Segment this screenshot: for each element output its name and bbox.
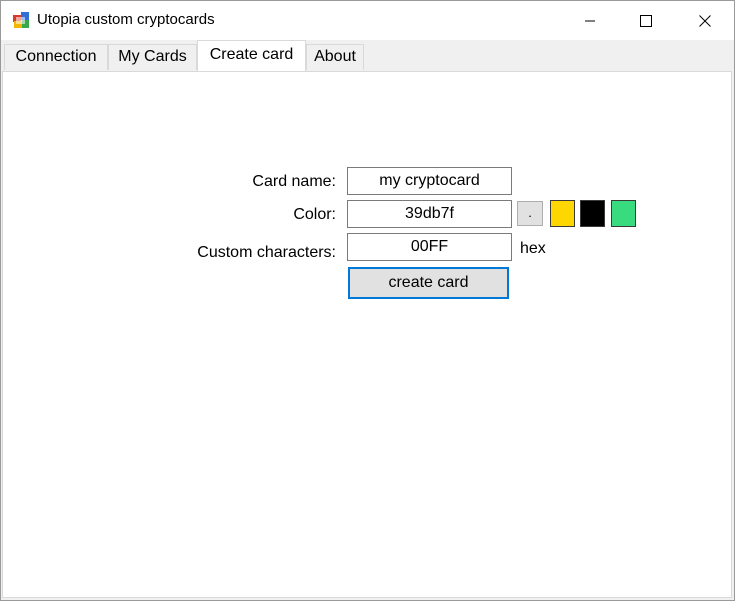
close-button[interactable] <box>682 1 728 40</box>
green-color-swatch[interactable] <box>611 200 636 227</box>
create-card-panel <box>2 71 732 598</box>
minimize-icon <box>585 20 595 21</box>
maximize-button[interactable] <box>623 1 669 40</box>
create-card-button[interactable]: create card <box>348 267 509 299</box>
close-icon <box>699 14 711 27</box>
color-label: Color: <box>293 206 336 223</box>
tab-connection[interactable]: Connection <box>4 44 108 70</box>
color-picker-button[interactable]: . <box>517 201 543 226</box>
tab-my-cards[interactable]: My Cards <box>108 44 197 70</box>
custom-characters-label: Custom characters: <box>197 244 336 261</box>
app-icon <box>13 12 29 28</box>
title-bar[interactable]: Utopia custom cryptocards <box>1 1 734 40</box>
color-input[interactable]: 39db7f <box>347 200 512 228</box>
card-name-label: Card name: <box>252 173 336 190</box>
custom-characters-input[interactable]: 00FF <box>347 233 512 261</box>
tab-create-card[interactable]: Create card <box>197 40 306 71</box>
card-name-input[interactable]: my cryptocard <box>347 167 512 195</box>
tab-about[interactable]: About <box>306 44 364 70</box>
maximize-icon <box>640 14 652 27</box>
yellow-color-swatch[interactable] <box>550 200 575 227</box>
tab-strip: Connection My Cards Create card About <box>1 40 734 71</box>
hex-suffix-label: hex <box>520 240 546 257</box>
black-color-swatch[interactable] <box>580 200 605 227</box>
window-title: Utopia custom cryptocards <box>37 11 215 28</box>
minimize-button[interactable] <box>567 1 613 40</box>
app-window: Utopia custom cryptocards Connection My … <box>0 0 735 601</box>
